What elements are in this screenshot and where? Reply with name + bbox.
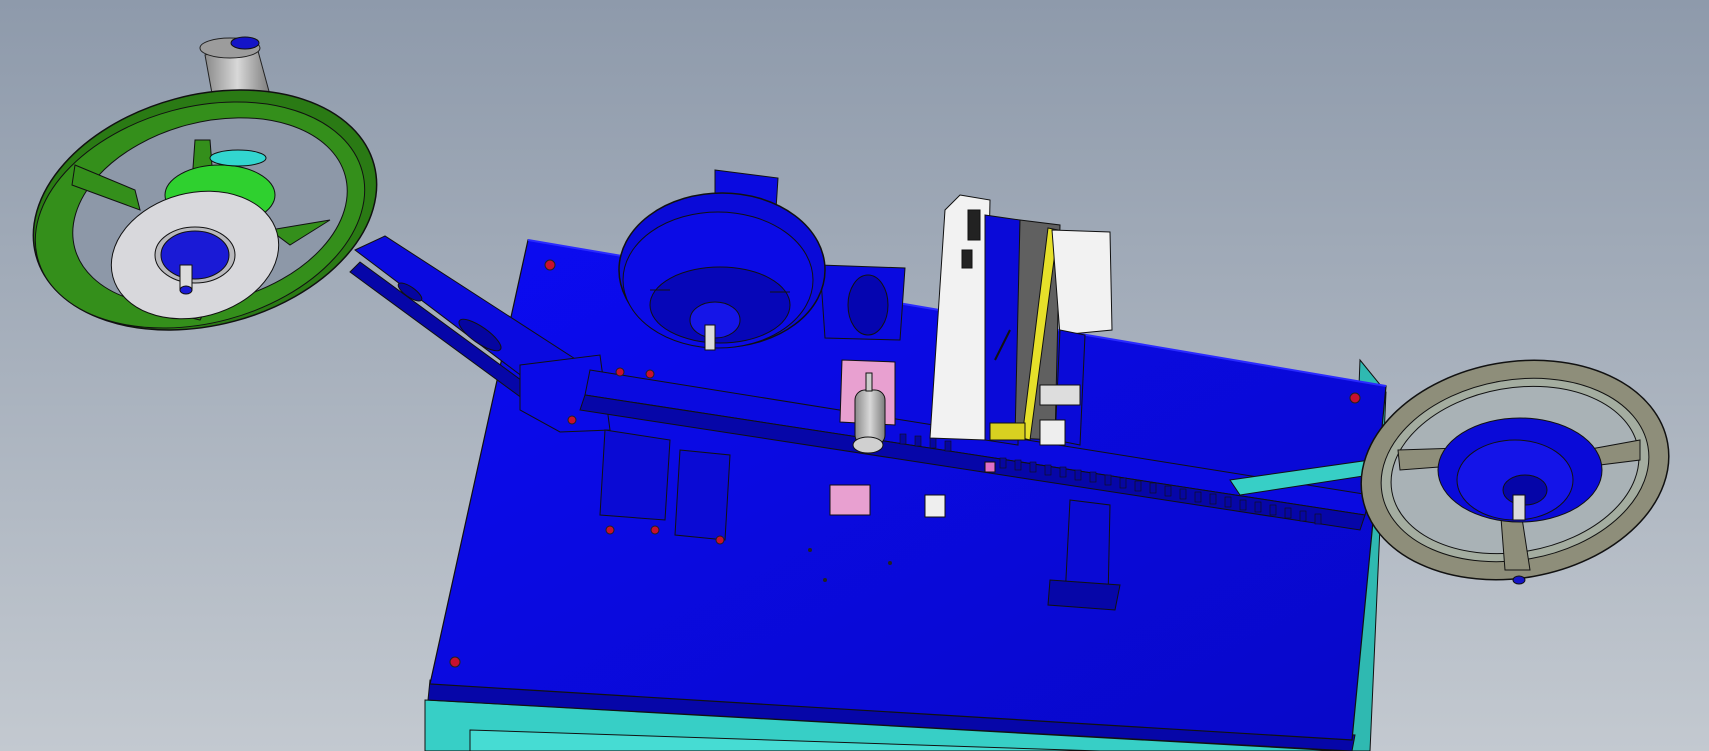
assembly-drawing: [0, 0, 1709, 751]
cad-viewport[interactable]: [0, 0, 1709, 751]
